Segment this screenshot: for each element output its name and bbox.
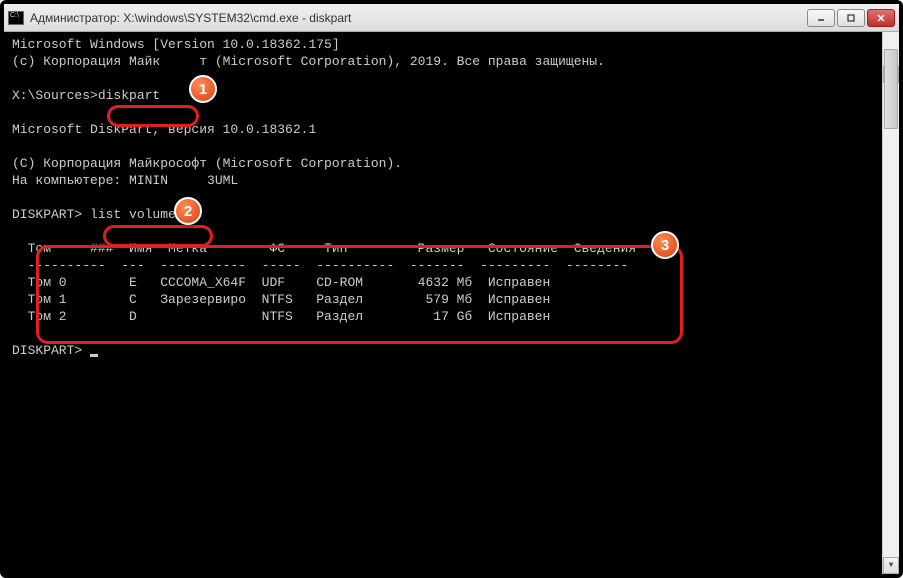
output-line: (C) Корпорация Майкрософт (Microsoft Cor…: [12, 156, 402, 171]
table-header: Том ### Имя Метка ФС Тип Размер Состояни…: [12, 241, 636, 256]
cmd-window: Администратор: X:\windows\SYSTEM32\cmd.e…: [4, 4, 899, 574]
command-diskpart: diskpart: [98, 88, 160, 103]
cmd-icon: [8, 11, 24, 25]
close-button[interactable]: [867, 9, 895, 27]
prompt: DISKPART>: [12, 343, 90, 358]
output-line: Microsoft Windows [Version 10.0.18362.17…: [12, 37, 340, 52]
console-output[interactable]: Microsoft Windows [Version 10.0.18362.17…: [4, 32, 899, 574]
scrollbar-thumb[interactable]: [884, 49, 898, 129]
minimize-button[interactable]: [807, 9, 835, 27]
scrollbar[interactable]: ▲ ▼: [882, 32, 899, 574]
table-row: Том 2 D NTFS Раздел 17 Gб Исправен: [12, 309, 550, 324]
output-line: Microsoft DiskPart, версия 10.0.18362.1: [12, 122, 316, 137]
output-line: На компьютере: MININ 3UML: [12, 173, 238, 188]
output-line: (c) Корпорация Майк т (Microsoft Corpora…: [12, 54, 605, 69]
prompt: DISKPART>: [12, 207, 90, 222]
maximize-button[interactable]: [837, 9, 865, 27]
table-row: Том 1 C Зарезервиро NTFS Раздел 579 Мб И…: [12, 292, 550, 307]
table-separator: ---------- --- ----------- ----- -------…: [12, 258, 628, 273]
window-controls: [807, 9, 895, 27]
command-list-volume: list volume: [90, 207, 176, 222]
window-title: Администратор: X:\windows\SYSTEM32\cmd.e…: [30, 11, 807, 25]
prompt: X:\Sources>: [12, 88, 98, 103]
cursor: [90, 354, 98, 357]
scroll-down-button[interactable]: ▼: [883, 557, 899, 574]
table-row: Том 0 E CCCOMA_X64F UDF CD-ROM 4632 Мб И…: [12, 275, 550, 290]
title-bar[interactable]: Администратор: X:\windows\SYSTEM32\cmd.e…: [4, 4, 899, 32]
